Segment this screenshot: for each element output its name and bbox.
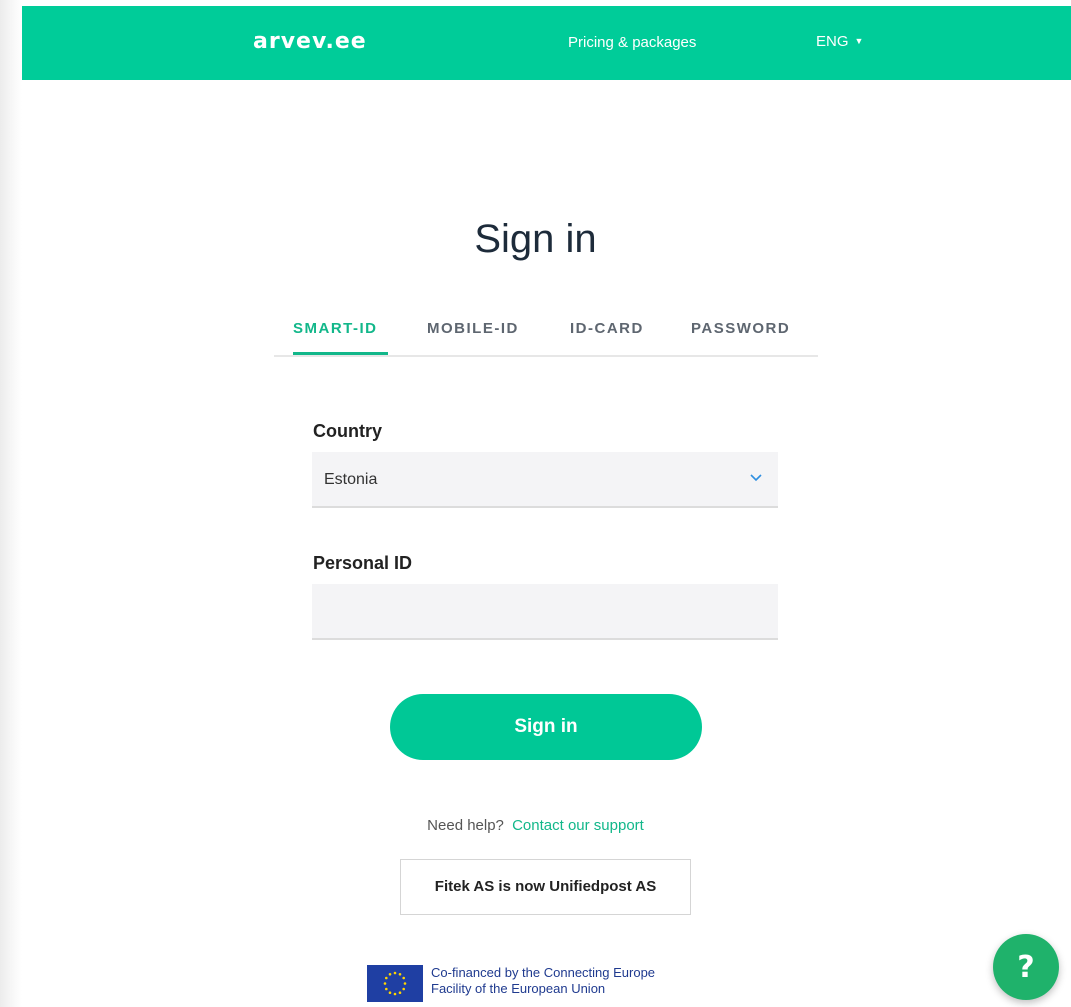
tab-password[interactable]: PASSWORD xyxy=(691,318,790,355)
pricing-link[interactable]: Pricing & packages xyxy=(568,34,696,51)
tab-id-card[interactable]: ID-CARD xyxy=(570,318,644,355)
language-selector[interactable]: ENG ▼ xyxy=(816,33,863,50)
page-shadow xyxy=(0,0,22,1007)
country-value: Estonia xyxy=(324,471,378,488)
auth-method-tabs: SMART-ID MOBILE-ID ID-CARD PASSWORD xyxy=(274,318,818,357)
sign-in-button[interactable]: Sign in xyxy=(390,694,702,760)
eu-cofinance-text: Co-financed by the Connecting Europe Fac… xyxy=(431,965,655,997)
help-line: Need help? Contact our support xyxy=(0,817,1071,834)
chevron-down-icon xyxy=(750,474,762,482)
personal-id-input[interactable] xyxy=(312,584,778,640)
top-navbar xyxy=(22,6,1071,80)
personal-id-label: Personal ID xyxy=(313,553,413,573)
country-label: Country xyxy=(313,421,382,441)
country-select[interactable]: Estonia xyxy=(312,452,778,508)
notice-box: Fitek AS is now Unifiedpost AS xyxy=(400,859,691,915)
contact-support-link[interactable]: Contact our support xyxy=(512,817,644,834)
eu-flag-icon xyxy=(367,965,423,1002)
tab-mobile-id[interactable]: MOBILE-ID xyxy=(427,318,519,355)
help-button[interactable]: ? xyxy=(993,934,1059,1000)
eu-text-line1: Co-financed by the Connecting Europe xyxy=(431,965,656,980)
eu-text-line2: Facility of the European Union xyxy=(431,981,606,996)
page-title: Sign in xyxy=(474,216,597,261)
help-text: Need help? xyxy=(427,817,504,834)
tab-smart-id[interactable]: SMART-ID xyxy=(293,318,388,355)
language-label: ENG xyxy=(816,33,849,50)
logo[interactable]: arvev.ee xyxy=(253,29,367,54)
caret-down-icon: ▼ xyxy=(854,36,864,46)
